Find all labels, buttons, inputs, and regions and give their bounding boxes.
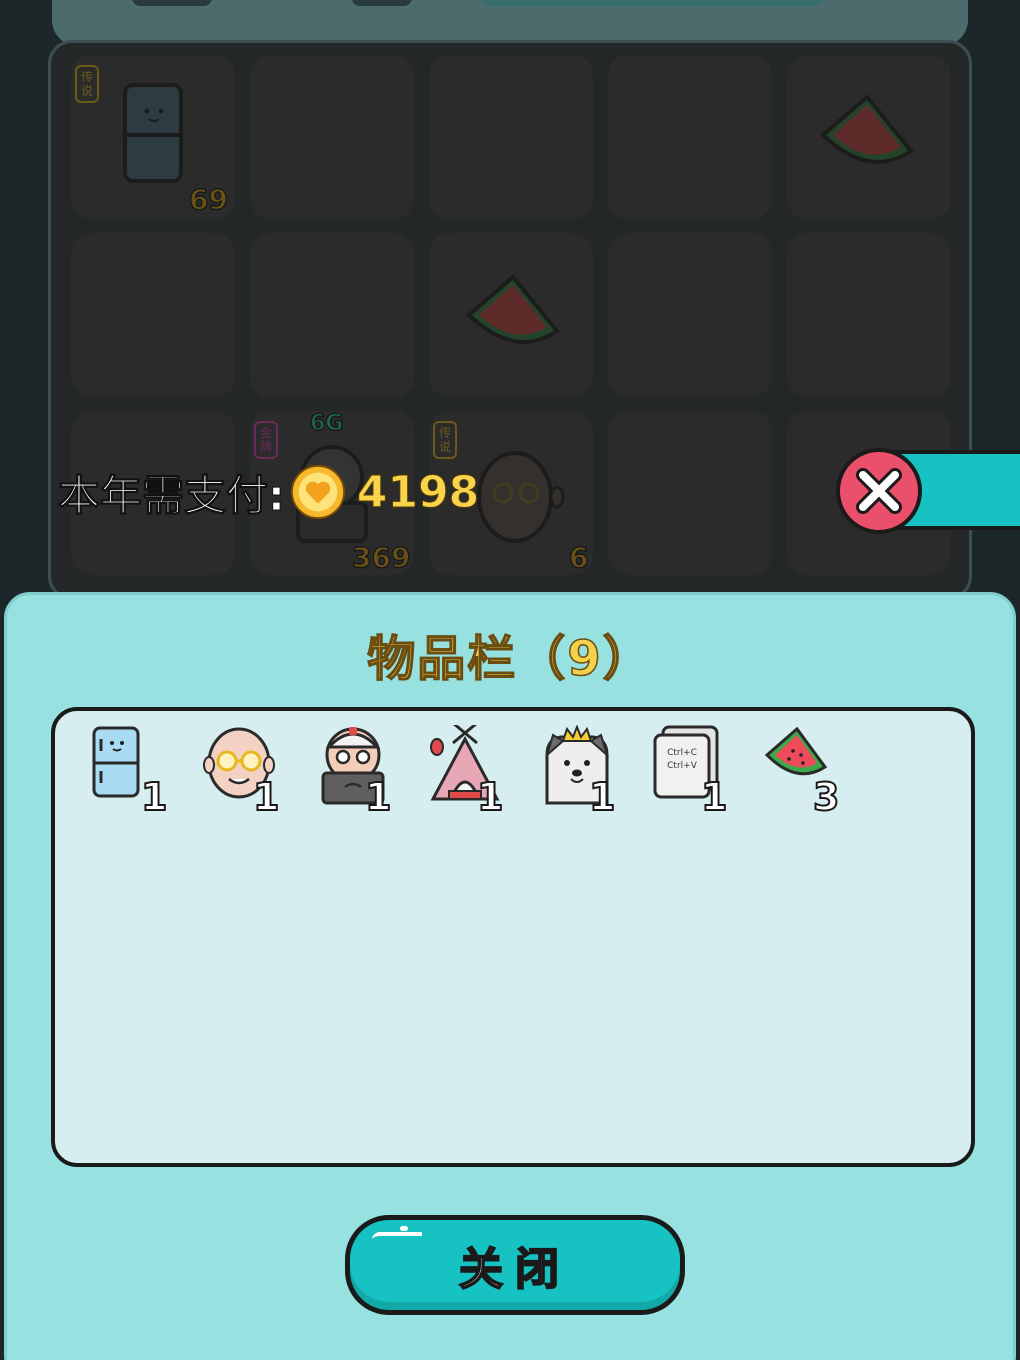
watermelon-slice-icon [820, 94, 914, 164]
item-count: 1 [700, 774, 728, 820]
payment-label: 本年需支付: [58, 470, 286, 520]
inventory-grid: 1 1 1 1 1 Ctrl+C Ctrl+V 1 3 [51, 707, 975, 1167]
board-cell[interactable] [608, 233, 772, 397]
inventory-item[interactable]: Ctrl+C Ctrl+V 1 [651, 725, 741, 821]
ctrl-c-text: Ctrl+C [667, 748, 697, 758]
item-count: 1 [364, 774, 392, 820]
inventory-panel: 物品栏（9） 1 1 1 1 1 Ctrl+C Ctrl+V 1 3 关闭 [4, 592, 1016, 1360]
board-cell[interactable] [787, 55, 951, 219]
cell-count: 6 [568, 540, 589, 575]
inventory-title: 物品栏（9） [367, 630, 653, 688]
watermelon-slice-icon [466, 274, 560, 344]
cancel-side-button[interactable] [836, 448, 1020, 536]
inventory-item[interactable]: 1 [427, 725, 517, 821]
inventory-item[interactable]: 1 [91, 725, 181, 821]
rarity-tag: 金牌 [254, 421, 278, 459]
cell-badge: 6G [309, 410, 344, 437]
item-count: 1 [140, 774, 168, 820]
heart-coin-icon [290, 464, 345, 520]
board-cell[interactable] [250, 233, 414, 397]
button-shine [372, 1232, 422, 1240]
board-cell[interactable] [787, 233, 951, 397]
cell-count: 369 [351, 540, 411, 575]
board-cell[interactable] [608, 55, 772, 219]
yearly-payment: 本年需支付: 4198 [58, 462, 480, 522]
inventory-item[interactable]: 3 [763, 725, 853, 821]
inventory-item[interactable]: 1 [539, 725, 629, 821]
item-count: 3 [812, 774, 840, 820]
board-cell[interactable]: 传说 69 [71, 55, 235, 219]
inventory-item[interactable]: 1 [203, 725, 293, 821]
item-count: 1 [476, 774, 504, 820]
cell-count: 69 [188, 182, 228, 217]
ctrl-v-text: Ctrl+V [667, 761, 698, 771]
board-cell[interactable] [608, 411, 772, 575]
refrigerator-icon [92, 726, 140, 798]
close-button-label: 关闭 [458, 1243, 571, 1296]
payment-amount: 4198 [356, 466, 480, 518]
board-cell[interactable] [429, 233, 593, 397]
item-count: 1 [588, 774, 616, 820]
rarity-tag: 传说 [433, 421, 457, 459]
close-button[interactable]: 关闭 [345, 1215, 685, 1315]
board-cell[interactable] [250, 55, 414, 219]
button-shine-dot [400, 1226, 408, 1231]
close-x-icon[interactable] [836, 448, 922, 534]
board-cell[interactable] [429, 55, 593, 219]
refrigerator-icon [123, 83, 183, 183]
board-cell[interactable] [71, 233, 235, 397]
item-count: 1 [252, 774, 280, 820]
rarity-tag: 传说 [75, 65, 99, 103]
inventory-item[interactable]: 1 [315, 725, 405, 821]
bald-old-man-glasses-icon [477, 451, 565, 543]
